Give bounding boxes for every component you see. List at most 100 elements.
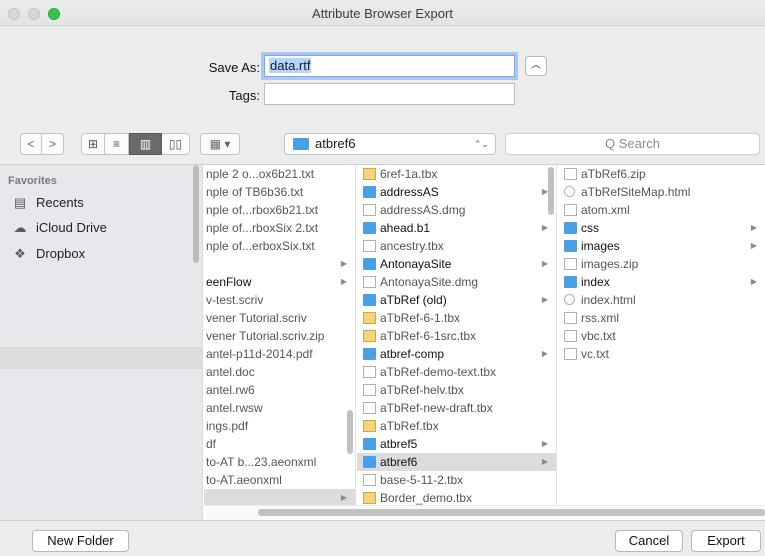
file-row[interactable]: to-AT.aeonxml <box>204 471 355 489</box>
folder-row[interactable]: eenFlow ▶ <box>204 273 355 291</box>
file-row[interactable]: ancestry.tbx <box>357 237 556 255</box>
arrange-icon: ▦ ▾ <box>209 137 231 151</box>
file-row[interactable]: aTbRef-demo-text.tbx <box>357 363 556 381</box>
recents-icon: ▤ <box>13 195 27 210</box>
document-icon <box>564 348 577 360</box>
file-row[interactable]: antel-p11d-2014.pdf <box>204 345 355 363</box>
search-field[interactable]: Q Search <box>505 133 760 155</box>
row-label: nple 2 o...ox6b21.txt <box>206 167 315 181</box>
disclosure-arrow-icon: ▶ <box>750 223 757 232</box>
disclosure-arrow-icon: ▶ <box>541 223 548 232</box>
sidebar-heading-favorites: Favorites <box>8 175 57 187</box>
file-row[interactable]: vc.txt <box>558 345 765 363</box>
folder-row[interactable]: aTbRef (old) ▶ <box>357 291 556 309</box>
list-icon: ≡ <box>112 137 120 151</box>
save-as-field[interactable]: data.rtf <box>264 55 515 77</box>
folder-icon <box>293 138 309 150</box>
file-row[interactable]: nple of...erboxSix.txt <box>204 237 355 255</box>
row-label: aTbRef-helv.tbx <box>380 383 464 397</box>
file-row[interactable]: v-test.scriv <box>204 291 355 309</box>
arrange-button[interactable]: ▦ ▾ <box>200 133 240 155</box>
folder-row[interactable]: css ▶ <box>558 219 765 237</box>
file-row[interactable]: aTbRef.tbx <box>357 417 556 435</box>
disclosure-arrow-icon: ▶ <box>541 439 548 448</box>
tags-field[interactable] <box>264 83 515 105</box>
file-row[interactable]: aTbRef-helv.tbx <box>357 381 556 399</box>
document-icon <box>564 258 577 270</box>
back-button[interactable]: < <box>20 133 42 155</box>
column-view-button[interactable]: ▥ <box>129 133 162 155</box>
file-row[interactable]: atom.xml <box>558 201 765 219</box>
folder-row[interactable]: images ▶ <box>558 237 765 255</box>
folder-icon <box>564 222 577 234</box>
file-row[interactable]: nple of...rbox6b21.txt <box>204 201 355 219</box>
row-label: v-test.scriv <box>206 293 264 307</box>
sidebar-item-recents[interactable]: ▤ Recents <box>10 192 198 214</box>
browser-column-3: aTbRef6.zip aTbRefSiteMap.html atom.xml css… <box>558 165 765 511</box>
icon-view-button[interactable]: ⊞ <box>81 133 105 155</box>
folder-icon <box>363 348 376 360</box>
row-label: antel.doc <box>206 365 255 379</box>
file-row[interactable]: antel.rwsw <box>204 399 355 417</box>
file-row[interactable]: ings.pdf <box>204 417 355 435</box>
file-row[interactable]: aTbRef-new-draft.tbx <box>357 399 556 417</box>
file-row[interactable]: antel.doc <box>204 363 355 381</box>
file-row[interactable]: antel.rw6 <box>204 381 355 399</box>
file-row[interactable]: nple of...rboxSix 2.txt <box>204 219 355 237</box>
disclosure-arrow-icon: ▶ <box>541 349 548 358</box>
location-popup[interactable]: atbref6 ⌃⌄ <box>284 133 496 155</box>
disclosure-arrow-icon: ▶ <box>541 457 548 466</box>
row-label: vbc.txt <box>581 329 616 343</box>
new-folder-button[interactable]: New Folder <box>32 530 129 552</box>
folder-row[interactable]: ▶ <box>204 255 355 273</box>
file-row[interactable]: aTbRef6.zip <box>558 165 765 183</box>
file-row[interactable]: rss.xml <box>558 309 765 327</box>
file-row[interactable]: AntonayaSite.dmg <box>357 273 556 291</box>
folder-row[interactable]: atbref6 ▶ <box>357 453 556 471</box>
file-row[interactable]: vener Tutorial.scriv.zip <box>204 327 355 345</box>
file-row[interactable]: nple of TB6b36.txt <box>204 183 355 201</box>
file-row[interactable]: nple 2 o...ox6b21.txt <box>204 165 355 183</box>
row-label: index <box>581 275 610 289</box>
sidebar-item-dropbox[interactable]: ❖ Dropbox <box>10 243 198 265</box>
list-view-button[interactable]: ≡ <box>105 133 129 155</box>
column-1-scrollbar[interactable] <box>347 410 353 454</box>
file-row[interactable]: aTbRef-6-1src.tbx <box>357 327 556 345</box>
file-row[interactable]: vener Tutorial.scriv <box>204 309 355 327</box>
horizontal-scrollbar[interactable] <box>258 509 765 516</box>
file-row[interactable]: aTbRefSiteMap.html <box>558 183 765 201</box>
browser-column-1: nple 2 o...ox6b21.txt nple of TB6b36.txt n… <box>204 165 356 511</box>
folder-row[interactable]: atbref-comp ▶ <box>357 345 556 363</box>
folder-row[interactable]: addressAS ▶ <box>357 183 556 201</box>
sidebar-item-icloud-drive[interactable]: ☁ iCloud Drive <box>10 217 198 239</box>
sidebar-scrollbar[interactable] <box>193 165 199 263</box>
row-label: ancestry.tbx <box>380 239 444 253</box>
document-icon <box>363 402 376 414</box>
row-label: nple of TB6b36.txt <box>206 185 304 199</box>
folder-icon <box>363 294 376 306</box>
file-row[interactable]: vbc.txt <box>558 327 765 345</box>
row-label: antel.rw6 <box>206 383 255 397</box>
file-row[interactable]: aTbRef-6-1.tbx <box>357 309 556 327</box>
search-placeholder: Q Search <box>605 136 660 151</box>
file-row[interactable]: base-5-11-2.tbx <box>357 471 556 489</box>
folder-row[interactable]: index ▶ <box>558 273 765 291</box>
row-label: aTbRef-demo-text.tbx <box>380 365 497 379</box>
file-row[interactable]: 6ref-1a.tbx <box>357 165 556 183</box>
folder-row[interactable]: ahead.b1 ▶ <box>357 219 556 237</box>
cancel-button[interactable]: Cancel <box>615 530 683 552</box>
export-button[interactable]: Export <box>691 530 761 552</box>
file-row[interactable]: index.html <box>558 291 765 309</box>
file-row[interactable]: images.zip <box>558 255 765 273</box>
forward-button[interactable]: > <box>42 133 64 155</box>
file-row[interactable]: addressAS.dmg <box>357 201 556 219</box>
expand-dialog-button[interactable]: ︿ <box>525 56 547 76</box>
folder-row[interactable]: AntonayaSite ▶ <box>357 255 556 273</box>
tinderbox-file-icon <box>363 168 376 180</box>
row-label: rss.xml <box>581 311 619 325</box>
coverflow-view-button[interactable]: ▯▯ <box>162 133 190 155</box>
folder-row[interactable]: atbref5 ▶ <box>357 435 556 453</box>
column-2-scrollbar[interactable] <box>548 167 554 215</box>
file-row[interactable]: to-AT b...23.aeonxml <box>204 453 355 471</box>
file-row[interactable]: df <box>204 435 355 453</box>
